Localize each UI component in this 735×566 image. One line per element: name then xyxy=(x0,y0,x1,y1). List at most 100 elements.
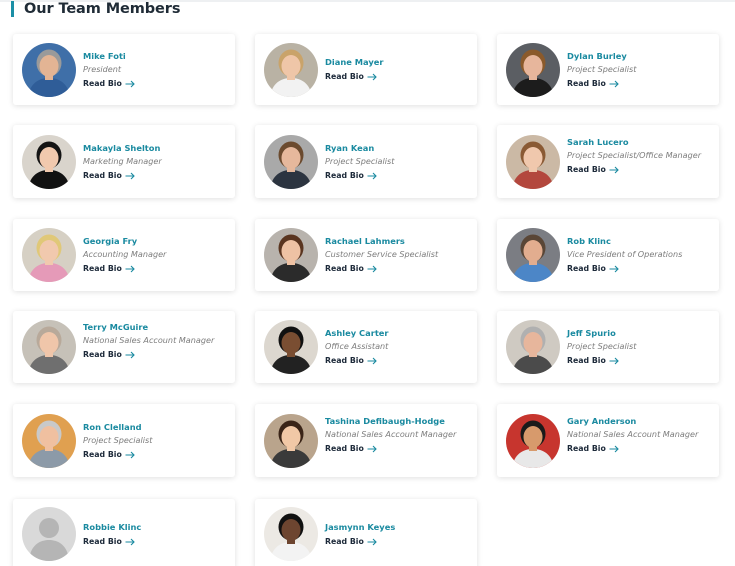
read-bio-link[interactable]: Read Bio xyxy=(325,443,471,455)
avatar xyxy=(264,228,318,282)
read-bio-link[interactable]: Read Bio xyxy=(83,263,229,275)
team-member-card-rob-klinc: Rob Klinc Vice President of Operations R… xyxy=(497,219,719,291)
read-bio-label[interactable]: Read Bio xyxy=(567,78,606,90)
read-bio-link[interactable]: Read Bio xyxy=(567,263,713,275)
team-member-card-dylan-burley: Dylan Burley Project Specialist Read Bio xyxy=(497,34,719,105)
team-member-card-tashina-defibaugh-hodge: Tashina Defibaugh-Hodge National Sales A… xyxy=(255,404,477,477)
member-name[interactable]: Rob Klinc xyxy=(567,235,713,248)
portrait-image xyxy=(264,135,318,189)
team-member-card-robbie-klinc: Robbie Klinc Read Bio xyxy=(13,499,235,566)
portrait-image xyxy=(264,507,318,561)
member-name[interactable]: Ryan Kean xyxy=(325,142,471,155)
team-member-card-rachael-lahmers: Rachael Lahmers Customer Service Special… xyxy=(255,219,477,291)
read-bio-label[interactable]: Read Bio xyxy=(325,263,364,275)
read-bio-link[interactable]: Read Bio xyxy=(567,78,713,90)
read-bio-label[interactable]: Read Bio xyxy=(325,536,364,548)
portrait-image xyxy=(22,43,76,97)
arrow-right-icon xyxy=(609,445,619,452)
member-name[interactable]: Ron Clelland xyxy=(83,421,229,434)
avatar xyxy=(506,320,560,374)
avatar xyxy=(22,320,76,374)
member-name[interactable]: Jasmynn Keyes xyxy=(325,521,471,534)
portrait-image xyxy=(22,320,76,374)
read-bio-link[interactable]: Read Bio xyxy=(83,449,229,461)
read-bio-link[interactable]: Read Bio xyxy=(325,71,471,83)
member-name[interactable]: Sarah Lucero xyxy=(567,136,713,149)
read-bio-link[interactable]: Read Bio xyxy=(567,443,713,455)
read-bio-label[interactable]: Read Bio xyxy=(567,164,606,176)
read-bio-label[interactable]: Read Bio xyxy=(83,263,122,275)
member-name[interactable]: Robbie Klinc xyxy=(83,521,229,534)
member-title: Project Specialist/Office Manager xyxy=(567,150,702,160)
read-bio-link[interactable]: Read Bio xyxy=(83,78,229,90)
read-bio-label[interactable]: Read Bio xyxy=(325,355,364,367)
member-title: Vice President of Operations xyxy=(567,249,683,259)
read-bio-link[interactable]: Read Bio xyxy=(83,349,229,361)
avatar xyxy=(264,43,318,97)
member-title: Project Specialist xyxy=(567,64,637,74)
member-title: President xyxy=(83,64,122,74)
team-member-card-makayla-shelton: Makayla Shelton Marketing Manager Read B… xyxy=(13,125,235,198)
read-bio-link[interactable]: Read Bio xyxy=(325,263,471,275)
member-title: Marketing Manager xyxy=(83,156,162,166)
section-heading: Our Team Members xyxy=(11,0,180,18)
member-name[interactable]: Makayla Shelton xyxy=(83,142,229,155)
member-name[interactable]: Tashina Defibaugh-Hodge xyxy=(325,415,471,428)
avatar xyxy=(22,414,76,468)
team-member-card-ron-clelland: Ron Clelland Project Specialist Read Bio xyxy=(13,404,235,477)
member-name[interactable]: Rachael Lahmers xyxy=(325,235,471,248)
read-bio-link[interactable]: Read Bio xyxy=(325,170,471,182)
team-member-card-diane-mayer: Diane Mayer Read Bio xyxy=(255,34,477,105)
member-name[interactable]: Ashley Carter xyxy=(325,327,471,340)
member-info: Sarah Lucero Project Specialist/Office M… xyxy=(567,136,713,176)
member-name[interactable]: Gary Anderson xyxy=(567,415,713,428)
arrow-right-icon xyxy=(125,265,135,272)
read-bio-link[interactable]: Read Bio xyxy=(83,536,229,548)
member-name[interactable]: Diane Mayer xyxy=(325,56,471,69)
read-bio-label[interactable]: Read Bio xyxy=(83,536,122,548)
read-bio-link[interactable]: Read Bio xyxy=(83,170,229,182)
avatar xyxy=(22,43,76,97)
member-name[interactable]: Terry McGuire xyxy=(83,321,229,334)
member-info: Terry McGuire National Sales Account Man… xyxy=(83,321,229,361)
read-bio-link[interactable]: Read Bio xyxy=(567,355,713,367)
read-bio-label[interactable]: Read Bio xyxy=(325,170,364,182)
member-title: Project Specialist xyxy=(567,341,637,351)
avatar xyxy=(264,507,318,561)
member-info: Georgia Fry Accounting Manager Read Bio xyxy=(83,235,229,275)
team-member-card-jeff-spurio: Jeff Spurio Project Specialist Read Bio xyxy=(497,311,719,383)
arrow-right-icon xyxy=(367,357,377,364)
read-bio-label[interactable]: Read Bio xyxy=(325,443,364,455)
member-info: Ashley Carter Office Assistant Read Bio xyxy=(325,327,471,367)
read-bio-label[interactable]: Read Bio xyxy=(567,263,606,275)
arrow-right-icon xyxy=(367,445,377,452)
member-name[interactable]: Mike Foti xyxy=(83,50,229,63)
read-bio-label[interactable]: Read Bio xyxy=(325,71,364,83)
portrait-image xyxy=(264,414,318,468)
portrait-image xyxy=(264,43,318,97)
read-bio-label[interactable]: Read Bio xyxy=(567,355,606,367)
portrait-image xyxy=(22,135,76,189)
read-bio-link[interactable]: Read Bio xyxy=(325,355,471,367)
read-bio-label[interactable]: Read Bio xyxy=(83,78,122,90)
avatar xyxy=(506,414,560,468)
member-info: Makayla Shelton Marketing Manager Read B… xyxy=(83,142,229,182)
arrow-right-icon xyxy=(125,351,135,358)
read-bio-label[interactable]: Read Bio xyxy=(567,443,606,455)
read-bio-link[interactable]: Read Bio xyxy=(567,164,713,176)
member-name[interactable]: Jeff Spurio xyxy=(567,327,713,340)
avatar xyxy=(22,507,76,561)
read-bio-label[interactable]: Read Bio xyxy=(83,449,122,461)
arrow-right-icon xyxy=(125,80,135,87)
read-bio-label[interactable]: Read Bio xyxy=(83,170,122,182)
arrow-right-icon xyxy=(367,265,377,272)
member-title: Office Assistant xyxy=(325,341,389,351)
member-name[interactable]: Dylan Burley xyxy=(567,50,713,63)
read-bio-label[interactable]: Read Bio xyxy=(83,349,122,361)
team-member-card-ryan-kean: Ryan Kean Project Specialist Read Bio xyxy=(255,125,477,198)
avatar-placeholder-icon xyxy=(22,507,76,561)
member-info: Jeff Spurio Project Specialist Read Bio xyxy=(567,327,713,367)
member-name[interactable]: Georgia Fry xyxy=(83,235,229,248)
portrait-image xyxy=(506,135,560,189)
read-bio-link[interactable]: Read Bio xyxy=(325,536,471,548)
